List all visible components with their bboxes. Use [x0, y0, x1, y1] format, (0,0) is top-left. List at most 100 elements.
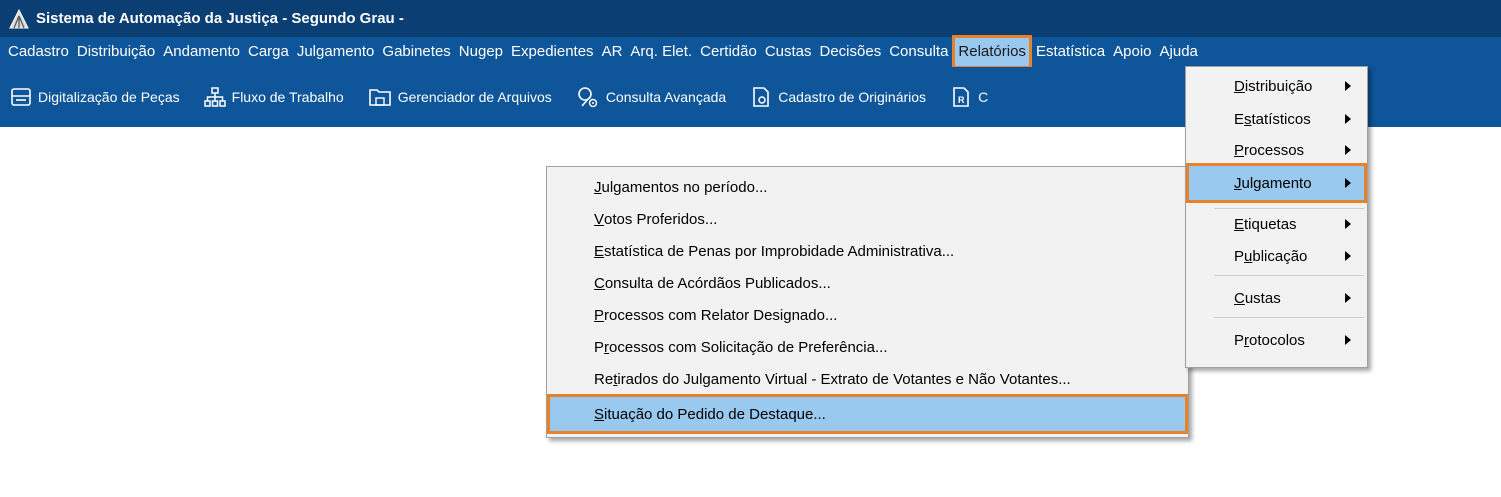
julgamento-submenu: Julgamentos no período... Votos Proferid…: [546, 166, 1189, 438]
submenu-arrow-icon: [1345, 114, 1351, 124]
dropdown-item-label: rocessos: [1244, 141, 1305, 159]
document-origin-icon: [753, 87, 770, 107]
menu-ajuda[interactable]: Ajuda: [1156, 37, 1202, 67]
app-logo-icon: [9, 8, 29, 28]
submenu-item-julgamentos-periodo[interactable]: Julgamentos no período...: [549, 171, 1186, 203]
toolbar-digitalizacao-button[interactable]: Digitalização de Peças: [10, 86, 180, 108]
dropdown-item-estatisticos[interactable]: Es tatísticos: [1188, 104, 1365, 134]
submenu-arrow-icon: [1345, 251, 1351, 261]
submenu-item-label: irados do Julgamento Virtual - Extrato d…: [617, 370, 1071, 388]
accelerator-key: E: [1234, 215, 1245, 233]
submenu-arrow-icon: [1345, 178, 1351, 188]
accelerator-key: C: [1234, 289, 1245, 307]
submenu-item-relator-designado[interactable]: Processos com Relator Designado...: [549, 299, 1186, 331]
dropdown-item-processos[interactable]: Processos: [1188, 135, 1365, 165]
menu-cadastro[interactable]: Cadastro: [4, 37, 73, 67]
menu-ar[interactable]: AR: [598, 37, 627, 67]
dropdown-item-label: otocolos: [1249, 331, 1305, 349]
submenu-item-label: Re: [594, 370, 614, 388]
menu-distribuicao[interactable]: Distribuição: [73, 37, 159, 67]
file-manager-icon: [368, 89, 391, 106]
scanner-icon: [11, 88, 31, 106]
menu-custas[interactable]: Custas: [761, 37, 816, 67]
submenu-item-label: otos Proferidos...: [604, 210, 718, 228]
menu-certidao[interactable]: Certidão: [696, 37, 761, 67]
menu-andamento[interactable]: Andamento: [159, 37, 244, 67]
dropdown-item-label: tiquetas: [1244, 215, 1297, 233]
dropdown-item-julgamento[interactable]: Julgamento: [1186, 163, 1367, 203]
toolbar-gerenciador-label: Gerenciador de Arquivos: [397, 89, 552, 105]
toolbar-fluxo-button[interactable]: Fluxo de Trabalho: [203, 86, 344, 108]
dropdown-item-label: ulgamento: [1241, 174, 1312, 192]
toolbar-fluxo-label: Fluxo de Trabalho: [231, 89, 344, 105]
menu-estatistica[interactable]: Estatística: [1032, 37, 1109, 67]
advanced-search-icon: [578, 87, 598, 108]
submenu-item-label: statística de Penas por Improbidade Admi…: [604, 242, 955, 260]
dropdown-item-label: P: [1234, 331, 1245, 349]
toolbar-truncated-label: C: [978, 89, 989, 105]
submenu-item-label: ituação do Pedido de Destaque...: [604, 405, 826, 423]
toolbar-digitalizacao-label: Digitalização de Peças: [38, 89, 180, 105]
svg-text:R: R: [958, 95, 965, 105]
submenu-arrow-icon: [1345, 293, 1351, 303]
menu-decisoes[interactable]: Decisões: [816, 37, 886, 67]
menu-relatorios[interactable]: Relatórios: [952, 35, 1032, 69]
menu-julgamento[interactable]: Julgamento: [293, 37, 379, 67]
toolbar-truncated-button[interactable]: R C: [950, 86, 988, 108]
dropdown-item-publicacao[interactable]: Pu blicação: [1188, 241, 1365, 271]
submenu-item-label: rocessos com Relator Designado...: [604, 306, 838, 324]
accelerator-key: V: [594, 210, 605, 228]
dropdown-item-distribuicao[interactable]: Distribuição: [1188, 71, 1365, 101]
toolbar-consulta-avancada-button[interactable]: Consulta Avançada: [576, 85, 726, 109]
submenu-item-estatistica-penas[interactable]: Estatística de Penas por Improbidade Adm…: [549, 235, 1186, 267]
accelerator-key: D: [1234, 77, 1245, 95]
menu-gabinetes[interactable]: Gabinetes: [378, 37, 454, 67]
dropdown-item-label: tatísticos: [1251, 110, 1311, 128]
toolbar-cadastro-originarios-button[interactable]: Cadastro de Originários: [750, 86, 926, 108]
menu-bar: Cadastro Distribuição Andamento Carga Ju…: [0, 35, 1501, 69]
relatorios-dropdown-menu: Distribuição Es tatísticos Processos Julg…: [1185, 66, 1368, 368]
dropdown-item-protocolos[interactable]: Pr otocolos: [1188, 325, 1365, 355]
toolbar-cadastro-originarios-label: Cadastro de Originários: [778, 89, 927, 105]
accelerator-key: J: [594, 178, 602, 196]
accelerator-key: s: [1244, 110, 1252, 128]
dropdown-item-label: blicação: [1252, 247, 1308, 265]
menu-separator: [1214, 275, 1364, 276]
submenu-item-situacao-pedido-destaque[interactable]: Situação do Pedido de Destaque...: [547, 394, 1188, 434]
accelerator-key: C: [594, 274, 605, 292]
toolbar-consulta-avancada-label: Consulta Avançada: [605, 89, 727, 105]
title-bar: Sistema de Automação da Justiça - Segund…: [0, 0, 1501, 37]
menu-nugep[interactable]: Nugep: [455, 37, 507, 67]
menu-apoio[interactable]: Apoio: [1109, 37, 1155, 67]
accelerator-key: J: [1234, 174, 1242, 192]
submenu-item-consulta-acordaos[interactable]: Consulta de Acórdãos Publicados...: [549, 267, 1186, 299]
menu-separator: [1214, 317, 1364, 318]
accelerator-key: u: [1244, 247, 1253, 265]
submenu-arrow-icon: [1345, 335, 1351, 345]
toolbar-gerenciador-button[interactable]: Gerenciador de Arquivos: [368, 86, 552, 108]
menu-consulta[interactable]: Consulta: [885, 37, 952, 67]
menu-arq-elet[interactable]: Arq. Elet.: [626, 37, 696, 67]
submenu-item-label: ocessos com Solicitação de Preferência..…: [609, 338, 888, 356]
menu-carga[interactable]: Carga: [244, 37, 293, 67]
document-r-icon: R: [953, 87, 969, 107]
submenu-item-label: P: [594, 338, 605, 356]
submenu-arrow-icon: [1345, 81, 1351, 91]
submenu-item-solicitacao-preferencia[interactable]: Pr ocessos com Solicitação de Preferência…: [549, 331, 1186, 363]
dropdown-item-label: P: [1234, 247, 1245, 265]
submenu-arrow-icon: [1345, 145, 1351, 155]
dropdown-item-etiquetas[interactable]: Etiquetas: [1188, 209, 1365, 239]
accelerator-key: S: [594, 405, 605, 423]
menu-expedientes[interactable]: Expedientes: [507, 37, 598, 67]
submenu-item-label: ulgamentos no período...: [601, 178, 768, 196]
submenu-item-votos-proferidos[interactable]: Votos Proferidos...: [549, 203, 1186, 235]
dropdown-item-label: istribuição: [1244, 77, 1313, 95]
dropdown-item-label: ustas: [1244, 289, 1281, 307]
dropdown-item-label: E: [1234, 110, 1245, 128]
submenu-item-retirados-julgamento-virtual[interactable]: Re t irados do Julgamento Virtual - Extrat…: [549, 363, 1186, 395]
dropdown-item-custas[interactable]: Custas: [1188, 283, 1365, 313]
submenu-item-label: onsulta de Acórdãos Publicados...: [604, 274, 831, 292]
window-title: Sistema de Automação da Justiça - Segund…: [36, 10, 404, 27]
workflow-icon: [203, 87, 226, 107]
accelerator-key: E: [594, 242, 605, 260]
